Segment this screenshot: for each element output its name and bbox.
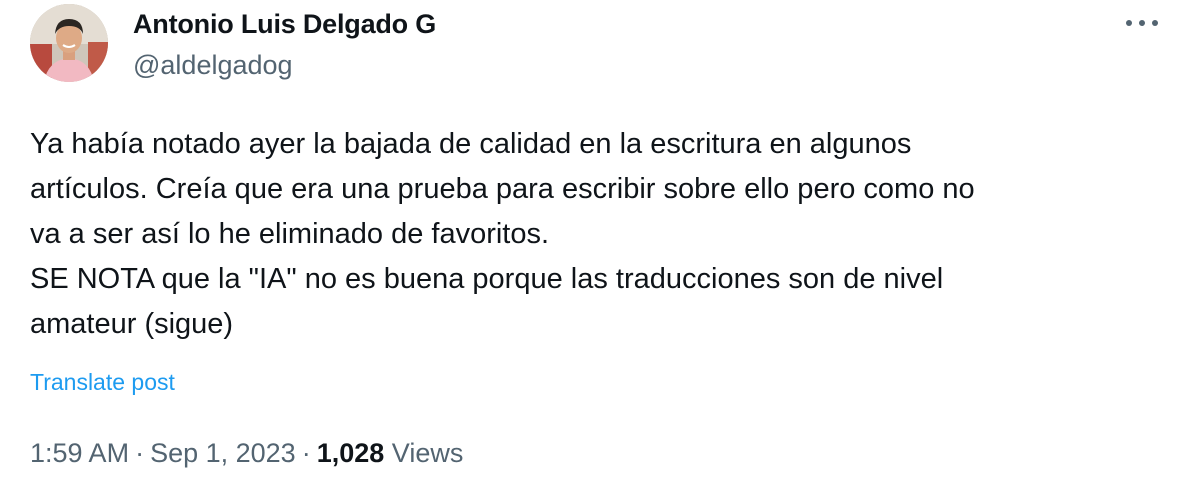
author-display-name[interactable]: Antonio Luis Delgado G [133, 9, 436, 40]
more-options-icon[interactable] [1120, 8, 1164, 38]
tweet-text-line: SE NOTA que la "IA" no es buena porque l… [30, 263, 944, 295]
post-time-link[interactable]: 1:59 AM [30, 438, 129, 468]
tweet-text-line: Ya había notado ayer la bajada de calida… [30, 128, 912, 160]
avatar[interactable] [30, 4, 108, 82]
avatar-photo [30, 4, 108, 82]
tweet-meta: 1:59 AM · Sep 1, 2023 · 1,028 Views [30, 438, 463, 469]
tweet-text-line: amateur (sigue) [30, 308, 234, 340]
meta-separator: · [135, 438, 145, 468]
meta-separator: · [301, 438, 311, 468]
more-horizontal-icon [1126, 20, 1158, 26]
tweet-text-line: va a ser así lo he eliminado de favorito… [30, 218, 550, 250]
post-date-link[interactable]: Sep 1, 2023 [150, 438, 296, 468]
tweet-text-line: artículos. Creía que era una prueba para… [30, 173, 975, 205]
author-handle[interactable]: @aldelgadog [133, 50, 293, 81]
tweet-text: Ya había notado ayer la bajada de calida… [30, 122, 1165, 347]
translate-post-link[interactable]: Translate post [30, 369, 175, 396]
views-count: 1,028 [316, 438, 385, 468]
views-label: Views [391, 438, 464, 468]
tweet-card: Antonio Luis Delgado G @aldelgadog Ya ha… [0, 0, 1188, 500]
